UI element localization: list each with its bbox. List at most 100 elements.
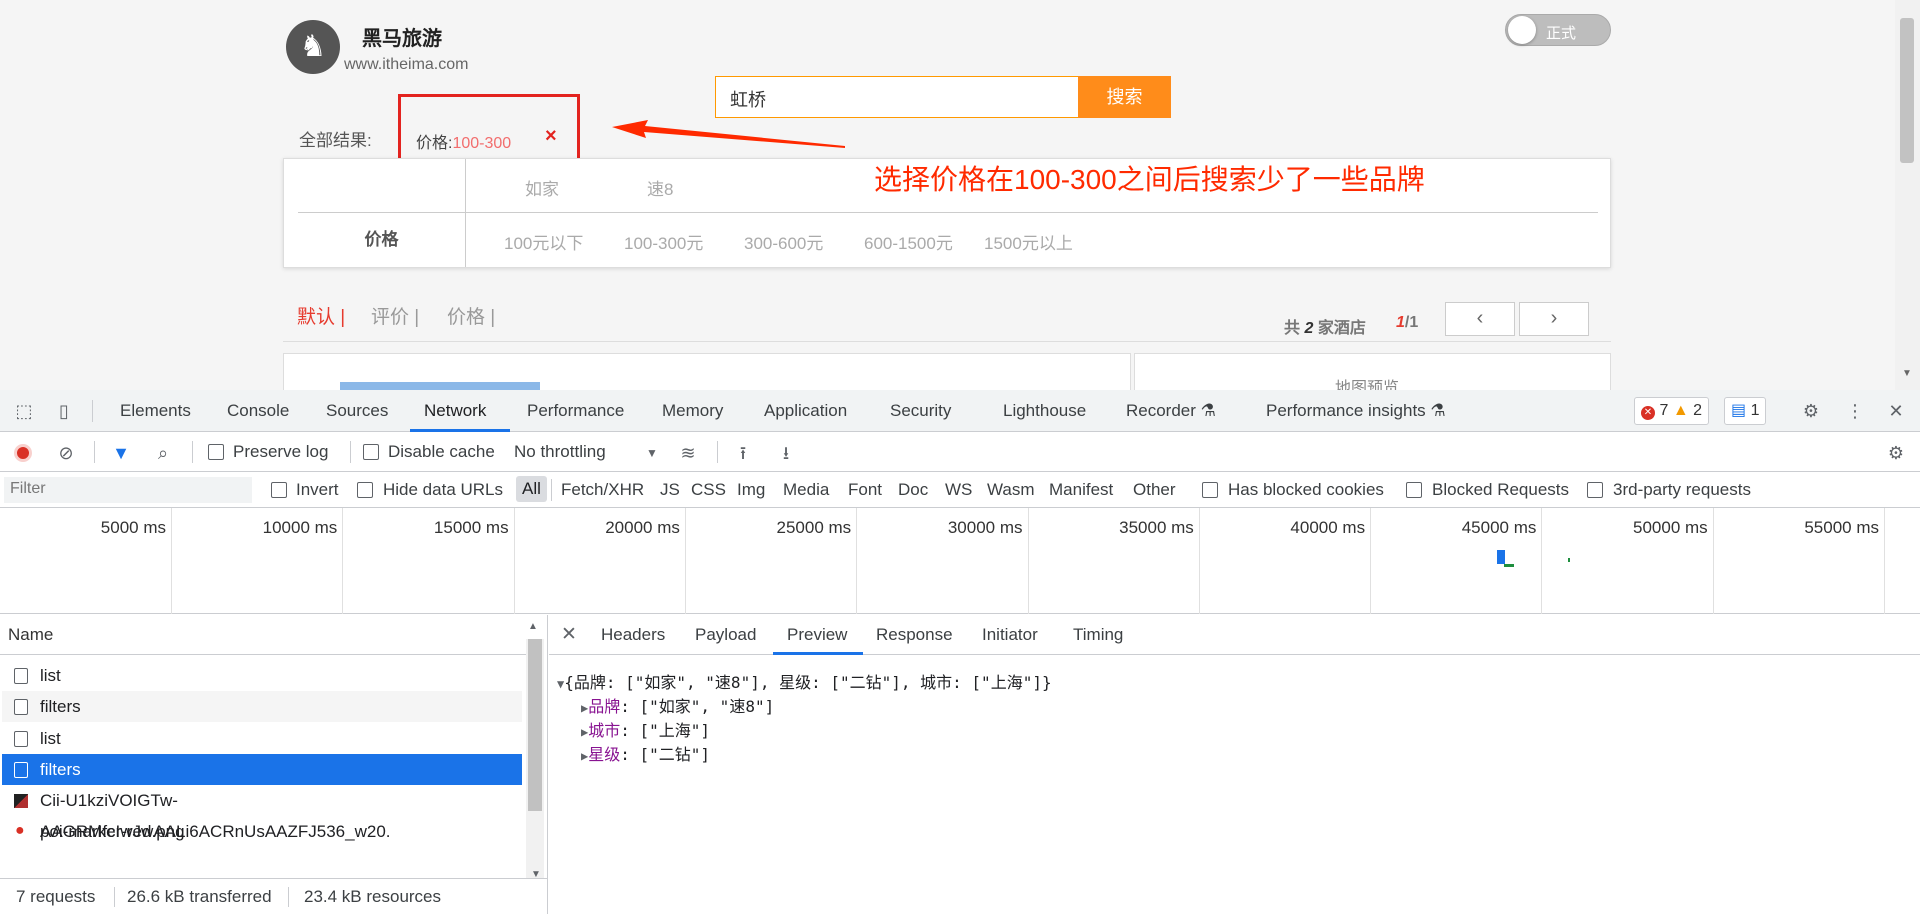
json-property[interactable]: ▶星级: ["二钻"]: [581, 741, 710, 765]
flask-icon: ⚗: [1430, 401, 1446, 420]
warning-count: 2: [1693, 402, 1703, 419]
request-row[interactable]: ● poi-marker-red.png: [2, 816, 522, 847]
page-scroll-thumb[interactable]: [1900, 18, 1914, 163]
type-filter-font[interactable]: Font: [848, 480, 882, 500]
sort-rating[interactable]: 评价 |: [371, 302, 419, 329]
record-button[interactable]: [14, 444, 32, 462]
flask-icon: ⚗: [1200, 401, 1216, 420]
brand-option[interactable]: 如家: [525, 175, 559, 200]
document-icon: [14, 762, 28, 778]
settings-gear-icon[interactable]: ⚙: [1799, 399, 1823, 423]
type-filter-img[interactable]: Img: [737, 480, 765, 500]
messages-badge[interactable]: ▤ 1: [1724, 397, 1767, 425]
timeline-gridline: [1541, 508, 1543, 614]
type-filter-media[interactable]: Media: [783, 480, 829, 500]
type-filter-all[interactable]: All: [516, 476, 547, 502]
more-options-icon[interactable]: ⋮: [1843, 399, 1867, 423]
invert-checkbox[interactable]: [271, 482, 287, 498]
network-overview[interactable]: 5000 ms 10000 ms 15000 ms 20000 ms 25000 ms 3…: [0, 508, 1920, 614]
search-button[interactable]: 搜索: [1078, 76, 1171, 118]
hide-data-urls-checkbox[interactable]: [357, 482, 373, 498]
request-row[interactable]: list: [2, 660, 522, 691]
filter-funnel-icon[interactable]: ▼: [109, 441, 133, 465]
third-party-checkbox[interactable]: [1587, 482, 1603, 498]
price-option[interactable]: 600-1500元: [864, 229, 953, 254]
throttling-select[interactable]: No throttling: [514, 442, 606, 462]
timeline-tick-label: 30000 ms: [947, 518, 1023, 537]
tab-preview[interactable]: Preview: [787, 625, 847, 645]
tab-response[interactable]: Response: [876, 625, 953, 645]
tab-performance[interactable]: Performance: [527, 401, 624, 421]
tab-initiator[interactable]: Initiator: [982, 625, 1038, 645]
network-settings-gear-icon[interactable]: ⚙: [1884, 441, 1908, 465]
hotel-card[interactable]: [283, 353, 1131, 390]
type-filter-js[interactable]: JS: [660, 480, 680, 500]
request-list-scrollbar[interactable]: ▼: [526, 639, 544, 882]
page-scrollbar[interactable]: ▼: [1895, 0, 1920, 390]
name-column-header[interactable]: Name: [0, 615, 528, 655]
request-row[interactable]: list: [2, 723, 522, 754]
prev-page-button[interactable]: ‹: [1445, 302, 1515, 336]
tab-network[interactable]: Network: [424, 401, 486, 421]
type-filter-fetch[interactable]: Fetch/XHR: [561, 480, 644, 500]
web-page: ♞ 黑马旅游 www.itheima.com 正式 虹桥 搜索 全部结果: 价格…: [0, 0, 1920, 390]
export-har-icon[interactable]: ⭳: [774, 441, 798, 465]
type-filter-ws[interactable]: WS: [945, 480, 972, 500]
price-option[interactable]: 100元以下: [504, 229, 583, 254]
filter-input[interactable]: Filter: [4, 477, 252, 503]
document-icon: [14, 668, 28, 684]
tab-elements[interactable]: Elements: [120, 401, 191, 421]
sort-up-icon[interactable]: ▲: [528, 621, 538, 632]
scroll-down-icon[interactable]: ▼: [1902, 368, 1912, 379]
tab-payload[interactable]: Payload: [695, 625, 756, 645]
tab-security[interactable]: Security: [890, 401, 951, 421]
tab-console[interactable]: Console: [227, 401, 289, 421]
type-filter-other[interactable]: Other: [1133, 480, 1176, 500]
json-property[interactable]: ▶城市: ["上海"]: [581, 717, 710, 741]
tab-recorder[interactable]: Recorder ⚗: [1126, 401, 1216, 421]
request-list-scroll-thumb[interactable]: [528, 639, 542, 811]
chevron-down-icon[interactable]: ▼: [640, 441, 664, 465]
network-conditions-icon[interactable]: ≋: [676, 441, 700, 465]
clear-icon[interactable]: ⊘: [54, 441, 78, 465]
request-row-selected[interactable]: filters: [2, 754, 522, 785]
request-list: Name ▲ list filters list filters Cii-U1k…: [0, 615, 548, 886]
timeline-gridline: [684, 508, 686, 614]
env-toggle[interactable]: 正式: [1505, 14, 1611, 46]
import-har-icon[interactable]: ⭱: [731, 441, 755, 465]
type-filter-css[interactable]: CSS: [691, 480, 726, 500]
tab-timing[interactable]: Timing: [1073, 625, 1123, 645]
brand-option[interactable]: 速8: [647, 175, 673, 200]
preserve-log-checkbox[interactable]: [208, 444, 224, 460]
request-row[interactable]: filters: [2, 691, 522, 722]
tab-headers[interactable]: Headers: [601, 625, 665, 645]
price-option[interactable]: 300-600元: [744, 229, 823, 254]
next-page-button[interactable]: ›: [1519, 302, 1589, 336]
tab-performance-insights[interactable]: Performance insights ⚗: [1266, 401, 1446, 421]
close-devtools-icon[interactable]: ✕: [1884, 399, 1908, 423]
type-filter-manifest[interactable]: Manifest: [1049, 480, 1113, 500]
tab-lighthouse[interactable]: Lighthouse: [1003, 401, 1086, 421]
close-detail-icon[interactable]: ✕: [561, 623, 577, 646]
type-filter-doc[interactable]: Doc: [898, 480, 928, 500]
tab-sources[interactable]: Sources: [326, 401, 388, 421]
json-property[interactable]: ▶品牌: ["如家", "速8"]: [581, 693, 774, 717]
json-root[interactable]: ▼{品牌: ["如家", "速8"], 星级: ["二钻"], 城市: ["上海…: [557, 669, 1052, 693]
map-preview: 地图预览: [1134, 353, 1611, 390]
tab-application[interactable]: Application: [764, 401, 847, 421]
device-toolbar-icon[interactable]: ▯: [52, 399, 76, 423]
type-filter-wasm[interactable]: Wasm: [987, 480, 1035, 500]
price-option[interactable]: 100-300元: [624, 229, 703, 254]
blocked-requests-checkbox[interactable]: [1406, 482, 1422, 498]
tab-memory[interactable]: Memory: [662, 401, 723, 421]
timeline-gridline: [1712, 508, 1714, 614]
search-icon[interactable]: ⌕: [151, 441, 175, 465]
request-row[interactable]: Cii-U1kziVOIGTw-AAGRMfcIwJwAALi6ACRnUsAA…: [2, 785, 522, 841]
sort-default[interactable]: 默认 |: [297, 302, 345, 329]
price-option[interactable]: 1500元以上: [984, 229, 1073, 254]
sort-price[interactable]: 价格 |: [447, 302, 495, 329]
blocked-cookies-checkbox[interactable]: [1202, 482, 1218, 498]
issues-badge[interactable]: ✕ 7 ▲ 2: [1634, 397, 1710, 425]
inspect-element-icon[interactable]: ⬚: [12, 399, 36, 423]
disable-cache-checkbox[interactable]: [363, 444, 379, 460]
